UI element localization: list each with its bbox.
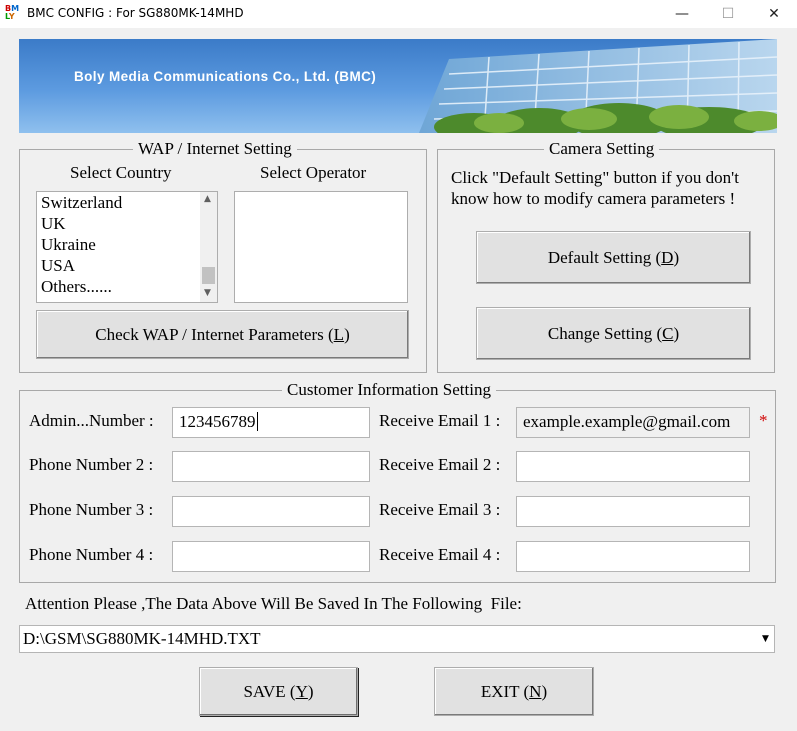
exit-label: EXIT ( — [480, 682, 530, 701]
receive-email-4-input[interactable] — [516, 541, 750, 572]
exit-button[interactable]: EXIT (N) — [434, 667, 594, 716]
maximize-button[interactable]: ☐ — [705, 0, 751, 28]
country-item[interactable]: Others...... — [41, 277, 112, 297]
save-label: SAVE ( — [243, 682, 296, 701]
admin-number-value: 123456789 — [179, 412, 256, 431]
country-list[interactable]: Switzerland UK Ukraine USA Others...... … — [36, 191, 218, 303]
country-item[interactable]: Switzerland — [41, 193, 122, 213]
phone-number-2-input[interactable] — [172, 451, 370, 482]
file-path-value: D:\GSM\SG880MK-14MHD.TXT — [23, 629, 261, 648]
dropdown-arrow-icon[interactable]: ▼ — [757, 626, 774, 652]
window-title: BMC CONFIG : For SG880MK-14MHD — [27, 6, 244, 20]
country-item[interactable]: Ukraine — [41, 235, 96, 255]
camera-hint-line1: Click "Default Setting" button if you do… — [451, 168, 739, 187]
receive-email-1-label: Receive Email 1 : — [379, 411, 501, 430]
exit-label-end: ) — [541, 682, 548, 701]
file-path-combobox[interactable]: D:\GSM\SG880MK-14MHD.TXT ▼ — [19, 625, 775, 653]
default-setting-label: Default Setting ( — [547, 248, 662, 267]
phone-number-3-label: Phone Number 3 : — [29, 500, 154, 519]
phone-number-4-input[interactable] — [172, 541, 370, 572]
default-setting-label-end: ) — [673, 248, 680, 267]
check-wap-label-end: ) — [344, 325, 350, 344]
change-setting-label: Change Setting ( — [547, 324, 663, 343]
default-setting-hotkey: D — [661, 248, 674, 267]
default-setting-button[interactable]: Default Setting (D) — [476, 231, 751, 284]
country-scrollbar[interactable]: ▲ ▼ — [200, 192, 217, 302]
receive-email-2-label: Receive Email 2 : — [379, 455, 501, 474]
save-hotkey: Y — [295, 682, 308, 701]
country-item[interactable]: UK — [41, 214, 66, 234]
operator-list[interactable] — [234, 191, 408, 303]
receive-email-1-input[interactable]: example.example@gmail.com — [516, 407, 750, 438]
wap-group-title: WAP / Internet Setting — [133, 139, 297, 159]
exit-hotkey: N — [529, 682, 542, 701]
receive-email-3-label: Receive Email 3 : — [379, 500, 501, 519]
scroll-down-icon[interactable]: ▼ — [204, 288, 211, 298]
save-button[interactable]: SAVE (Y) — [199, 667, 358, 716]
admin-number-input[interactable]: 123456789 — [172, 407, 370, 438]
company-name: Boly Media Communications Co., Ltd. (BMC… — [74, 69, 377, 84]
change-setting-hotkey: C — [662, 324, 674, 343]
company-banner: Boly Media Communications Co., Ltd. (BMC… — [19, 39, 777, 133]
receive-email-4-label: Receive Email 4 : — [379, 545, 501, 564]
title-bar: BM LY BMC CONFIG : For SG880MK-14MHD — ☐ … — [0, 0, 797, 28]
phone-number-2-label: Phone Number 2 : — [29, 455, 154, 474]
select-operator-label: Select Operator — [260, 163, 367, 182]
phone-number-4-label: Phone Number 4 : — [29, 545, 154, 564]
select-country-label: Select Country — [70, 163, 172, 182]
text-cursor — [256, 412, 258, 431]
close-button[interactable]: ✕ — [751, 0, 797, 28]
scroll-thumb[interactable] — [202, 267, 215, 284]
change-setting-button[interactable]: Change Setting (C) — [476, 307, 751, 360]
attention-text: Attention Please ,The Data Above Will Be… — [25, 594, 522, 613]
country-item[interactable]: USA — [41, 256, 75, 276]
receive-email-3-input[interactable] — [516, 496, 750, 527]
phone-number-3-input[interactable] — [172, 496, 370, 527]
minimize-button[interactable]: — — [659, 0, 705, 28]
app-icon: BM LY — [5, 4, 20, 21]
admin-number-label: Admin...Number : — [29, 411, 154, 430]
camera-group-title: Camera Setting — [544, 139, 660, 159]
receive-email-2-input[interactable] — [516, 451, 750, 482]
change-setting-label-end: ) — [673, 324, 680, 343]
check-wap-hotkey: L — [333, 325, 345, 344]
check-wap-button[interactable]: Check WAP / Internet Parameters (L) — [36, 310, 409, 359]
camera-hint-line2: know how to modify camera parameters ! — [451, 189, 736, 208]
scroll-up-icon[interactable]: ▲ — [204, 194, 211, 204]
save-label-end: ) — [307, 682, 314, 701]
required-mark: * — [759, 411, 768, 430]
building-image — [419, 39, 777, 133]
check-wap-label: Check WAP / Internet Parameters ( — [95, 325, 334, 344]
customer-group-title: Customer Information Setting — [282, 380, 496, 400]
